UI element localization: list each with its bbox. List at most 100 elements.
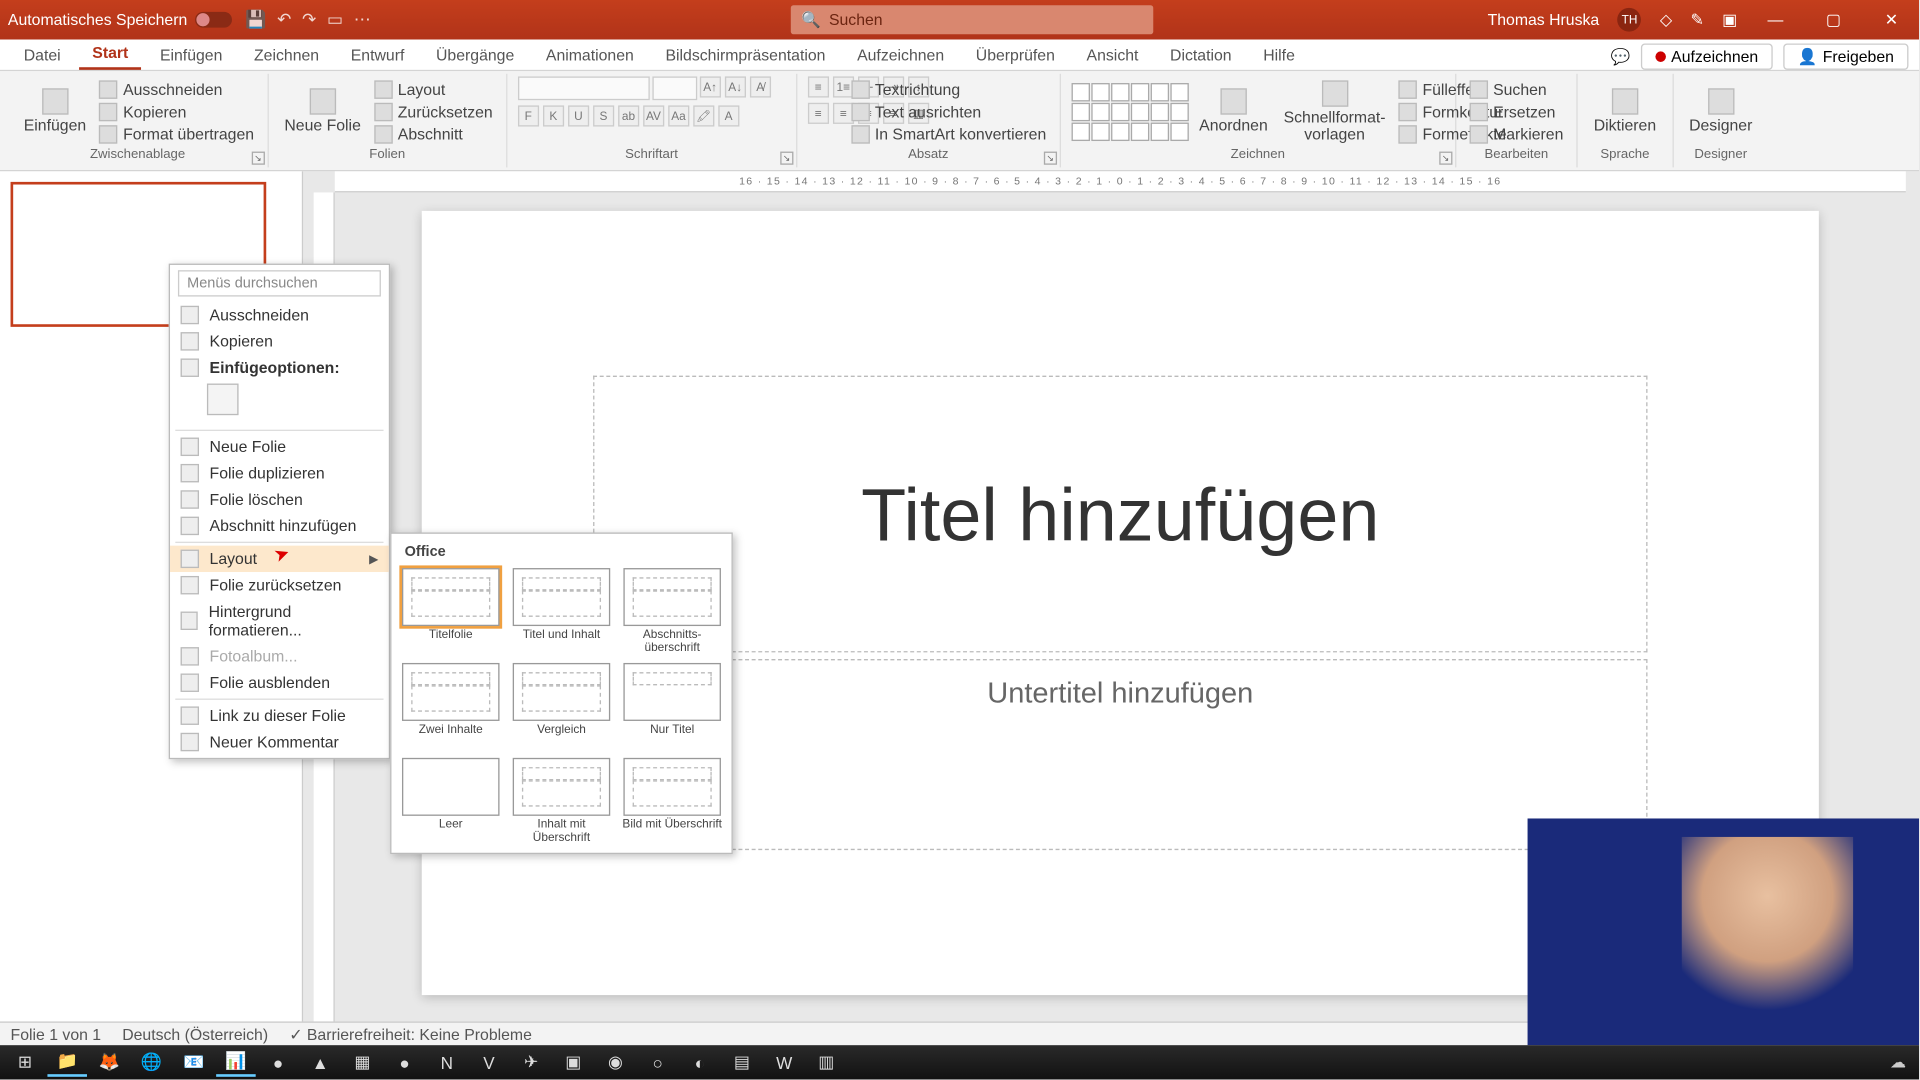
outlook-icon[interactable]: 📧 bbox=[174, 1048, 214, 1077]
spacing-icon[interactable]: AV bbox=[643, 105, 664, 126]
tab-start[interactable]: Start bbox=[79, 38, 141, 70]
dialog-launcher-icon[interactable]: ↘ bbox=[1044, 152, 1057, 165]
layout-inhalt-ueberschrift[interactable]: Inhalt mit Überschrift bbox=[510, 758, 613, 845]
redo-icon[interactable]: ↷ bbox=[302, 9, 316, 30]
dialog-launcher-icon[interactable]: ↘ bbox=[251, 152, 264, 165]
app-icon[interactable]: ○ bbox=[638, 1048, 678, 1077]
text-direction-button[interactable]: Textrichtung bbox=[848, 79, 1048, 100]
layout-abschnitt[interactable]: Abschnitts-überschrift bbox=[621, 568, 724, 655]
coming-soon-icon[interactable]: ◇ bbox=[1660, 11, 1672, 29]
tab-animationen[interactable]: Animationen bbox=[533, 41, 647, 70]
cut-button[interactable]: Ausschneiden bbox=[97, 79, 257, 100]
obs-icon[interactable]: ◉ bbox=[596, 1048, 636, 1077]
clear-format-icon[interactable]: A̸ bbox=[750, 76, 771, 97]
arrange-button[interactable]: Anordnen bbox=[1194, 86, 1273, 138]
save-icon[interactable]: 💾 bbox=[245, 9, 266, 30]
layout-zwei-inhalte[interactable]: Zwei Inhalte bbox=[399, 663, 502, 750]
menu-search-input[interactable]: Menüs durchsuchen bbox=[178, 270, 381, 296]
app-icon[interactable]: ● bbox=[258, 1048, 298, 1077]
tab-dictation[interactable]: Dictation bbox=[1157, 41, 1245, 70]
replace-button[interactable]: Ersetzen bbox=[1467, 101, 1566, 122]
new-slide-button[interactable]: Neue Folie bbox=[279, 86, 366, 138]
format-painter-button[interactable]: Format übertragen bbox=[97, 124, 257, 145]
dialog-launcher-icon[interactable]: ↘ bbox=[780, 152, 793, 165]
ctx-add-section[interactable]: Abschnitt hinzufügen bbox=[170, 513, 389, 539]
smartart-button[interactable]: In SmartArt konvertieren bbox=[848, 124, 1048, 145]
case-icon[interactable]: Aa bbox=[668, 105, 689, 126]
app-icon[interactable]: ▤ bbox=[722, 1048, 762, 1077]
align-text-button[interactable]: Text ausrichten bbox=[848, 101, 1048, 122]
ink-icon[interactable]: ✎ bbox=[1690, 11, 1703, 29]
more-icon[interactable]: ⋯ bbox=[354, 9, 371, 30]
layout-bild-ueberschrift[interactable]: Bild mit Überschrift bbox=[621, 758, 724, 845]
ctx-link-to-slide[interactable]: Link zu dieser Folie bbox=[170, 702, 389, 728]
shrink-font-icon[interactable]: A↓ bbox=[725, 76, 746, 97]
ctx-format-background[interactable]: Hintergrund formatieren... bbox=[170, 598, 389, 643]
onenote-icon[interactable]: N bbox=[427, 1048, 467, 1077]
ctx-copy[interactable]: Kopieren bbox=[170, 328, 389, 354]
maximize-button[interactable]: ▢ bbox=[1814, 11, 1854, 29]
layout-vergleich[interactable]: Vergleich bbox=[510, 663, 613, 750]
tab-einfuegen[interactable]: Einfügen bbox=[147, 41, 236, 70]
dictate-button[interactable]: Diktieren bbox=[1588, 86, 1661, 138]
powerpoint-icon[interactable]: 📊 bbox=[216, 1048, 256, 1077]
italic-icon[interactable]: K bbox=[543, 105, 564, 126]
undo-icon[interactable]: ↶ bbox=[277, 9, 291, 30]
grow-font-icon[interactable]: A↑ bbox=[700, 76, 721, 97]
app-icon[interactable]: ▦ bbox=[343, 1048, 383, 1077]
ctx-reset-slide[interactable]: Folie zurücksetzen bbox=[170, 572, 389, 598]
tab-ueberpruefen[interactable]: Überprüfen bbox=[963, 41, 1069, 70]
select-button[interactable]: Markieren bbox=[1467, 124, 1566, 145]
bold-icon[interactable]: F bbox=[518, 105, 539, 126]
bullets-icon[interactable]: ≡ bbox=[808, 76, 829, 97]
ctx-delete-slide[interactable]: Folie löschen bbox=[170, 486, 389, 512]
designer-button[interactable]: Designer bbox=[1684, 86, 1758, 138]
app-icon[interactable]: ▣ bbox=[554, 1048, 594, 1077]
layout-titel-und-inhalt[interactable]: Titel und Inhalt bbox=[510, 568, 613, 655]
tab-entwurf[interactable]: Entwurf bbox=[338, 41, 418, 70]
system-tray[interactable]: ☁ bbox=[1890, 1053, 1914, 1071]
tab-uebergaenge[interactable]: Übergänge bbox=[423, 41, 528, 70]
align-left-icon[interactable]: ≡ bbox=[808, 103, 829, 124]
slideshow-icon[interactable]: ▭ bbox=[327, 9, 343, 30]
slide-counter[interactable]: Folie 1 von 1 bbox=[11, 1025, 102, 1043]
accessibility-status[interactable]: ✓ Barrierefreiheit: Keine Probleme bbox=[289, 1025, 532, 1043]
tab-aufzeichnen[interactable]: Aufzeichnen bbox=[844, 41, 957, 70]
layout-nur-titel[interactable]: Nur Titel bbox=[621, 663, 724, 750]
strike-icon[interactable]: S bbox=[593, 105, 614, 126]
layout-leer[interactable]: Leer bbox=[399, 758, 502, 845]
minimize-button[interactable]: ― bbox=[1756, 11, 1796, 29]
title-placeholder[interactable]: Titel hinzufügen bbox=[593, 376, 1647, 653]
reset-button[interactable]: Zurücksetzen bbox=[371, 101, 495, 122]
copy-button[interactable]: Kopieren bbox=[97, 101, 257, 122]
font-size-input[interactable] bbox=[652, 76, 697, 100]
word-icon[interactable]: W bbox=[764, 1048, 804, 1077]
ctx-new-slide[interactable]: Neue Folie bbox=[170, 434, 389, 460]
autosave-toggle[interactable]: Automatisches Speichern bbox=[8, 11, 232, 29]
start-button[interactable]: ⊞ bbox=[5, 1048, 45, 1077]
user-avatar[interactable]: TH bbox=[1618, 8, 1642, 32]
ctx-cut[interactable]: Ausschneiden bbox=[170, 302, 389, 328]
app-icon[interactable]: ▥ bbox=[807, 1048, 847, 1077]
find-button[interactable]: Suchen bbox=[1467, 79, 1566, 100]
tab-ansicht[interactable]: Ansicht bbox=[1073, 41, 1151, 70]
section-button[interactable]: Abschnitt bbox=[371, 124, 495, 145]
firefox-icon[interactable]: 🦊 bbox=[90, 1048, 130, 1077]
search-box[interactable]: 🔍 Suchen bbox=[791, 5, 1153, 34]
tab-datei[interactable]: Datei bbox=[11, 41, 74, 70]
explorer-icon[interactable]: 📁 bbox=[47, 1048, 87, 1077]
paste-option-button[interactable] bbox=[207, 384, 239, 416]
highlight-icon[interactable]: 🖍 bbox=[693, 105, 714, 126]
app-icon[interactable]: ● bbox=[385, 1048, 425, 1077]
underline-icon[interactable]: U bbox=[568, 105, 589, 126]
telegram-icon[interactable]: ✈ bbox=[511, 1048, 551, 1077]
record-button[interactable]: Aufzeichnen bbox=[1641, 43, 1773, 69]
paste-button[interactable]: Einfügen bbox=[18, 86, 91, 138]
tab-zeichnen[interactable]: Zeichnen bbox=[241, 41, 332, 70]
layout-button[interactable]: Layout bbox=[371, 79, 495, 100]
close-button[interactable]: ✕ bbox=[1872, 11, 1912, 29]
user-name[interactable]: Thomas Hruska bbox=[1488, 11, 1600, 29]
font-name-input[interactable] bbox=[518, 76, 650, 100]
cloud-icon[interactable]: ☁ bbox=[1890, 1053, 1906, 1071]
ctx-hide-slide[interactable]: Folie ausblenden bbox=[170, 670, 389, 696]
